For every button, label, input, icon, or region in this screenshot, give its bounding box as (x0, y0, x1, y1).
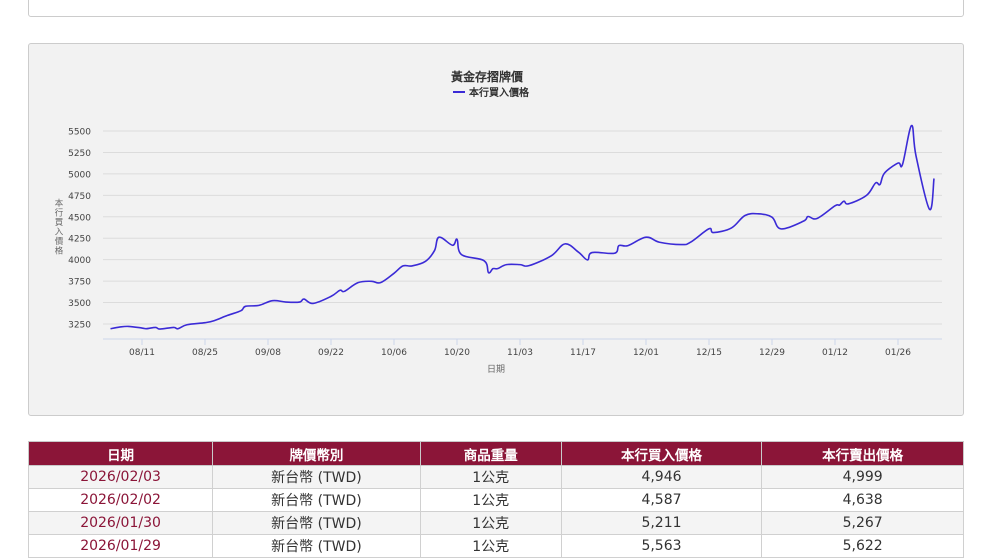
y-tick-label: 3750 (68, 278, 91, 288)
table-row: 2026/01/29 新台幣 (TWD) 1公克 5,563 5,622 (27, 534, 964, 558)
currency-cell: 新台幣 (TWD) (212, 534, 421, 558)
weight-cell: 1公克 (419, 511, 562, 535)
weight-cell: 1公克 (419, 488, 562, 512)
column-header: 商品重量 (419, 441, 562, 466)
x-tick-label: 11/03 (507, 348, 533, 358)
sell-price-cell: 4,638 (761, 488, 964, 512)
y-tick-label: 3500 (68, 299, 91, 309)
y-tick-label: 5000 (68, 170, 91, 180)
y-tick-label: 4000 (68, 256, 91, 266)
x-tick-label: 08/25 (192, 348, 218, 358)
date-cell: 2026/01/30 (27, 511, 214, 535)
y-axis-label: 本行買入價格 (55, 198, 64, 257)
sell-price-cell: 4,999 (761, 465, 964, 489)
y-tick-label: 5500 (68, 128, 91, 138)
svg-text:入: 入 (55, 228, 64, 238)
x-tick-label: 09/22 (318, 348, 344, 358)
price-table: 日期 牌價幣別 商品重量 本行買入價格 本行賣出價格 2026/02/03 新台幣 (TW… (27, 441, 964, 558)
svg-text:價: 價 (55, 237, 64, 247)
gold-price-chart: 黃金存摺牌價 本行買入價格 日期 本行買入價格 3250 3500 3750 4000… (55, 69, 942, 375)
gold-price-chart-panel: 黃金存摺牌價 本行買入價格 日期 本行買入價格 3250 3500 3750 4000… (28, 43, 964, 416)
date-cell: 2026/02/02 (27, 488, 214, 512)
sell-price-cell: 5,622 (761, 534, 964, 558)
currency-cell: 新台幣 (TWD) (212, 465, 421, 489)
x-tick-label: 12/01 (633, 348, 659, 358)
date-cell: 2026/01/29 (27, 534, 214, 558)
table-header-row: 日期 牌價幣別 商品重量 本行買入價格 本行賣出價格 (27, 441, 964, 466)
x-tick-label: 01/12 (822, 348, 848, 358)
y-tick-label: 4500 (68, 213, 91, 223)
weight-cell: 1公克 (419, 534, 562, 558)
column-header: 牌價幣別 (212, 441, 421, 466)
x-tick-label: 01/26 (885, 348, 911, 358)
currency-cell: 新台幣 (TWD) (212, 511, 421, 535)
x-tick-label: 08/11 (129, 348, 155, 358)
table-row: 2026/02/02 新台幣 (TWD) 1公克 4,587 4,638 (27, 488, 964, 512)
buy-price-cell: 5,563 (560, 534, 763, 558)
x-tick-label: 10/06 (381, 348, 407, 358)
column-header: 本行賣出價格 (761, 441, 964, 466)
y-tick-label: 4750 (68, 192, 91, 202)
buy-price-cell: 4,946 (560, 465, 763, 489)
x-axis-label: 日期 (487, 364, 505, 375)
svg-text:格: 格 (55, 246, 64, 257)
x-tick-label: 09/08 (255, 348, 281, 358)
legend-label[interactable]: 本行買入價格 (469, 86, 530, 99)
column-header: 本行買入價格 (560, 441, 763, 466)
chart-title: 黃金存摺牌價 (450, 69, 524, 84)
svg-text:本: 本 (55, 198, 64, 209)
date-cell: 2026/02/03 (27, 465, 214, 489)
table-row: 2026/02/03 新台幣 (TWD) 1公克 4,946 4,999 (27, 465, 964, 489)
x-tick-label: 12/15 (696, 348, 722, 358)
y-tick-label: 5250 (68, 149, 91, 159)
y-tick-label: 3250 (68, 320, 91, 330)
svg-text:行: 行 (55, 208, 64, 219)
y-tick-label: 4250 (68, 235, 91, 245)
weight-cell: 1公克 (419, 465, 562, 489)
price-series-line (110, 124, 935, 330)
buy-price-cell: 4,587 (560, 488, 763, 512)
x-tick-label: 12/29 (759, 348, 785, 358)
svg-text:買: 買 (55, 218, 64, 228)
buy-price-cell: 5,211 (560, 511, 763, 535)
sell-price-cell: 5,267 (761, 511, 964, 535)
column-header: 日期 (27, 441, 214, 466)
currency-cell: 新台幣 (TWD) (212, 488, 421, 512)
x-tick-label: 11/17 (570, 348, 596, 358)
x-tick-label: 10/20 (444, 348, 470, 358)
table-row: 2026/01/30 新台幣 (TWD) 1公克 5,211 5,267 (27, 511, 964, 535)
top-panel (28, 0, 964, 17)
